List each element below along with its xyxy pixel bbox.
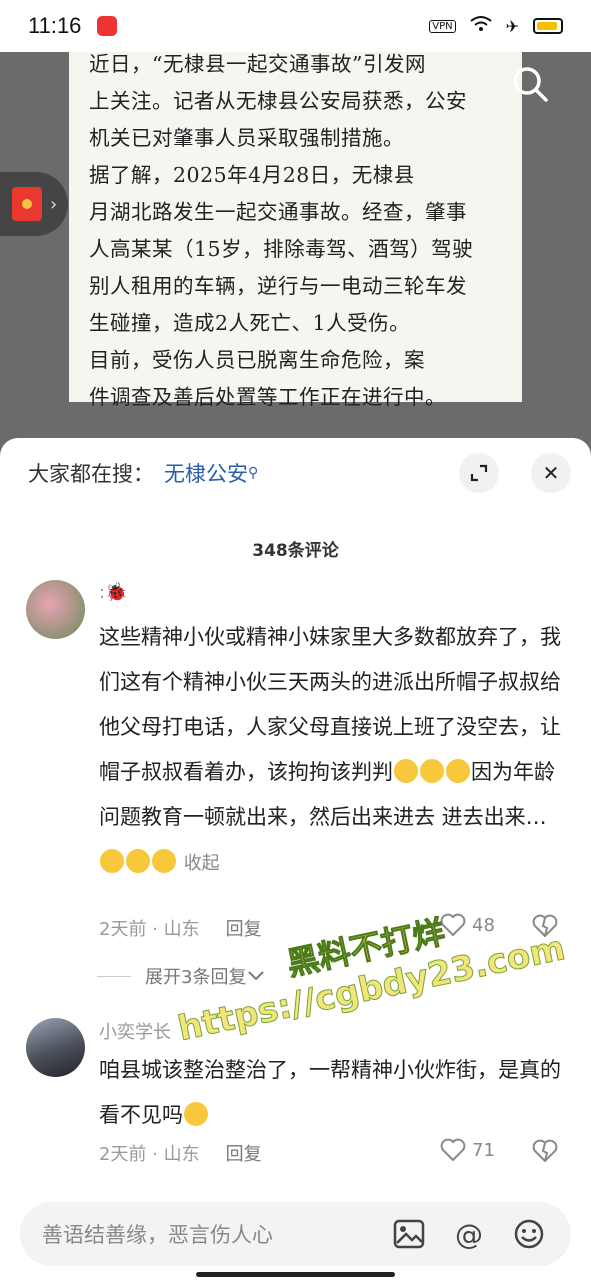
status-time: 11:16 (28, 13, 82, 38)
expand-icon[interactable] (459, 453, 499, 493)
comment-time: 2天前 · 山东 (99, 1144, 200, 1165)
comment-input-bar[interactable]: 善语结善缘，恶言伤人心 @ (20, 1202, 571, 1266)
video-area: 近日，“无棣县一起交通事故”引发网 上关注。记者从无棣县公安局获悉，公安 机关已… (0, 0, 591, 460)
chevron-right-icon: › (50, 193, 58, 215)
comment-time: 2天前 · 山东 (99, 919, 200, 940)
comment-text: 这些精神小伙或精神小妹家里大多数都放弃了，我们这有个精神小伙三天两头的进派出所帽… (99, 615, 565, 886)
battery-icon (533, 18, 563, 34)
flushed-emoji-icon (184, 1102, 208, 1126)
comment-meta: 2天前 · 山东 回复 (99, 915, 262, 941)
article-image: 近日，“无棣县一起交通事故”引发网 上关注。记者从无棣县公安局获悉，公安 机关已… (69, 52, 522, 409)
grin-emoji-icon (152, 849, 176, 873)
dislike-icon[interactable] (532, 914, 558, 942)
reply-button[interactable]: 回复 (226, 915, 262, 941)
heart-icon (440, 913, 466, 937)
avatar[interactable] (26, 1018, 85, 1077)
divider (97, 975, 131, 977)
article-line: 月湖北路发生一起交通事故。经查，肇事 (89, 200, 467, 224)
chevron-down-icon (248, 971, 265, 981)
avatar[interactable] (26, 580, 85, 639)
grin-emoji-icon (126, 849, 150, 873)
like-button[interactable]: 71 (440, 1138, 495, 1162)
home-indicator[interactable] (196, 1272, 395, 1277)
article-line: 生碰撞，造成2人死亡、1人受伤。 (89, 311, 411, 335)
article-line: 目前，受伤人员已脱离生命危险，案 (89, 348, 425, 372)
like-count: 48 (472, 914, 495, 936)
expand-replies-label: 展开3条回复 (145, 967, 247, 988)
grin-emoji-icon (100, 849, 124, 873)
article-line: 人高某某（15岁，排除毒驾、酒驾）驾驶 (89, 237, 474, 261)
comment-count: 348条评论 (252, 541, 339, 561)
dislike-icon[interactable] (532, 1139, 558, 1167)
airplane-icon: ✈ (505, 16, 519, 36)
hot-search-label: 大家都在搜： (28, 462, 154, 486)
heart-icon (440, 1138, 466, 1162)
comment-sheet: 大家都在搜： 无棣公安 ⚲ ✕ 348条评论 :🐞 这些精神小伙或精神小妹家里大… (0, 438, 591, 1280)
like-button[interactable]: 48 (440, 913, 495, 937)
article-line: 别人租用的车辆，逆行与一电动三轮车发 (89, 274, 467, 298)
article-line: 机关已对肇事人员采取强制措施。 (89, 126, 404, 150)
laugh-cry-emoji-icon (394, 759, 418, 783)
like-count: 71 (472, 1139, 495, 1161)
hot-search-term[interactable]: 无棣公安 (164, 458, 248, 488)
comment-input[interactable]: 善语结善缘，恶言伤人心 (42, 1219, 391, 1249)
close-icon[interactable]: ✕ (531, 453, 571, 493)
emoji-icon[interactable] (511, 1216, 547, 1252)
comment-meta: 2天前 · 山东 回复 (99, 1140, 262, 1166)
comment-text-part: 咱县城该整治整治了，一帮精神小伙炸街，是真的看不见吗 (99, 1058, 561, 1127)
laugh-cry-emoji-icon (446, 759, 470, 783)
app-notification-icon (97, 16, 118, 36)
collapse-link[interactable]: 收起 (184, 853, 220, 874)
laugh-cry-emoji-icon (420, 759, 444, 783)
status-bar: 11:16 VPN ✈ (0, 0, 591, 52)
comment-text: 咱县城该整治整治了，一帮精神小伙炸街，是真的看不见吗 (99, 1048, 565, 1138)
red-packet-icon (12, 187, 42, 221)
image-icon[interactable] (391, 1216, 427, 1252)
expand-replies[interactable]: 展开3条回复 (97, 963, 266, 989)
reply-button[interactable]: 回复 (226, 1140, 262, 1166)
wifi-icon (469, 15, 492, 37)
article-line: 件调查及善后处置等工作正在进行中。 (89, 385, 446, 409)
vpn-icon: VPN (429, 19, 456, 33)
status-icons: VPN ✈ (429, 15, 563, 37)
article-line: 据了解，2025年4月28日，无棣县 (89, 163, 415, 187)
search-icon[interactable] (510, 64, 550, 104)
comment-author[interactable]: 小奕学长 (99, 1018, 171, 1044)
red-packet-entry[interactable]: › (0, 172, 68, 236)
search-icon: ⚲ (248, 465, 259, 481)
comment-author[interactable]: :🐞 (99, 582, 127, 603)
at-icon[interactable]: @ (451, 1216, 487, 1252)
article-line: 上关注。记者从无棣县公安局获悉，公安 (89, 89, 467, 113)
hot-search[interactable]: 大家都在搜： 无棣公安 ⚲ (28, 458, 258, 488)
